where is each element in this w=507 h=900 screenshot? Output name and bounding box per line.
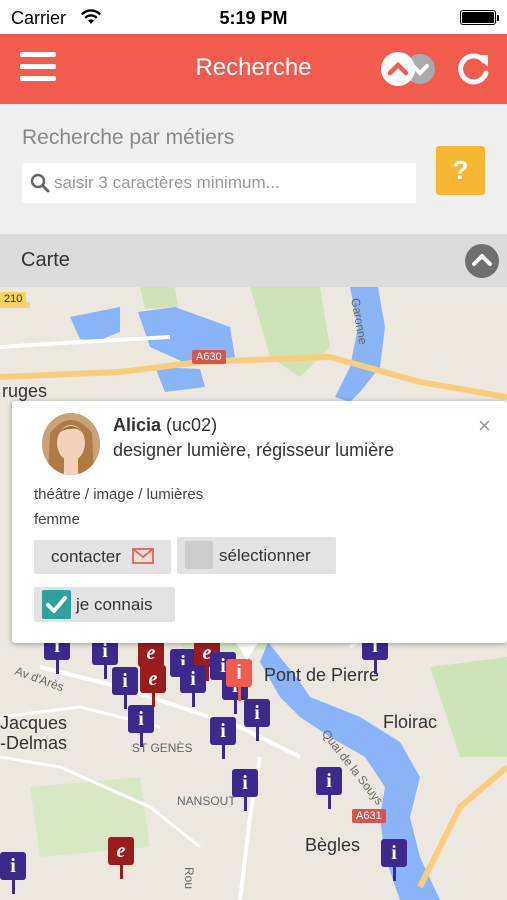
profile-jobs: designer lumière, régisseur lumière: [113, 440, 395, 460]
chevron-up-icon: [472, 254, 492, 266]
map-section-title: Carte: [21, 249, 70, 271]
map-pin-info[interactable]: i: [128, 705, 154, 747]
place-floirac-label: Floirac: [383, 712, 438, 732]
battery-icon: [460, 10, 499, 25]
popup-tail: [234, 640, 260, 660]
profile-name: Alicia (uc02): [113, 415, 217, 436]
search-box: [22, 163, 416, 203]
map-pin-info[interactable]: i: [112, 667, 138, 709]
map-pin-info[interactable]: i: [316, 767, 342, 809]
street-rou-label: Rou: [182, 867, 196, 890]
search-section: Recherche par métiers ?: [0, 104, 507, 234]
refresh-icon[interactable]: [454, 51, 492, 87]
profile-user-code: (uc02): [166, 415, 218, 435]
search-icon: [30, 173, 50, 193]
map-section-header: Carte: [0, 234, 507, 287]
search-label: Recherche par métiers: [22, 126, 235, 149]
map-pin-info[interactable]: i: [232, 769, 258, 811]
place-delmas-label: -Delmas: [0, 733, 68, 753]
profile-gender: femme: [34, 511, 80, 528]
clock: 5:19 PM: [219, 8, 288, 28]
map-pin-info[interactable]: i: [244, 699, 270, 741]
know-toggle[interactable]: je connais: [34, 587, 175, 622]
profile-categories: théâtre / image / lumières: [34, 486, 204, 503]
map-pin-info[interactable]: i: [210, 717, 236, 759]
select-checkbox[interactable]: [185, 541, 213, 569]
place-begles-label: Bègles: [305, 835, 361, 855]
collapse-map-button[interactable]: [465, 244, 499, 278]
map-pin-info[interactable]: i: [0, 852, 26, 894]
status-bar: Carrier 5:19 PM: [0, 0, 507, 34]
district-nansout-label: NANSOUT: [177, 794, 236, 808]
map-pin-event[interactable]: e: [138, 639, 164, 681]
place-bruges-label: ruges: [2, 381, 48, 401]
help-button[interactable]: ?: [436, 146, 485, 195]
envelope-icon: [132, 548, 154, 564]
checkmark-icon: [46, 596, 67, 613]
road-d210-label: 210: [0, 292, 27, 306]
map-list-toggle-icon[interactable]: [380, 51, 438, 87]
app-header: Recherche: [0, 34, 507, 104]
close-popup-button[interactable]: ×: [478, 413, 491, 439]
map-pin-event[interactable]: e: [108, 837, 134, 879]
know-label: je connais: [76, 595, 153, 614]
know-checkbox[interactable]: [42, 590, 71, 619]
road-a630-label: A630: [192, 350, 226, 364]
profile-popup: × Alicia (uc02) designer lumière, régiss…: [12, 401, 507, 643]
select-toggle[interactable]: sélectionner: [177, 537, 336, 574]
map-pin-selected[interactable]: i: [226, 659, 252, 701]
contact-button[interactable]: contacter: [34, 540, 171, 574]
map-pin-info[interactable]: i: [180, 665, 206, 707]
place-pont-de-pierre-label: Pont de Pierre: [264, 665, 380, 685]
search-input[interactable]: [54, 163, 409, 203]
place-jacques-label: Jacques: [0, 713, 68, 733]
road-a631-label: A631: [352, 809, 386, 823]
avatar: [42, 413, 100, 475]
map-pin-event[interactable]: e: [140, 665, 166, 707]
select-label: sélectionner: [219, 546, 311, 565]
contact-button-label: contacter: [51, 547, 121, 566]
avatar-image: [42, 413, 100, 475]
map-pin-info[interactable]: i: [381, 839, 407, 881]
profile-first-name: Alicia: [113, 415, 162, 435]
